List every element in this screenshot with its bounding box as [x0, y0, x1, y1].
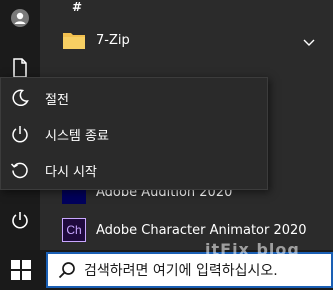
menu-item-sleep[interactable]: 절전: [1, 80, 267, 116]
list-item-label: 7-Zip: [96, 32, 130, 48]
menu-item-restart[interactable]: 다시 시작: [1, 152, 267, 188]
user-avatar-icon[interactable]: [8, 6, 32, 30]
list-item-label: Adobe Character Animator 2020: [96, 222, 307, 238]
folder-icon: [62, 28, 86, 52]
power-icon: [9, 123, 31, 145]
search-icon: [58, 261, 76, 279]
menu-item-label: 다시 시작: [45, 164, 97, 180]
search-placeholder: 검색하려면 여기에 입력하십시오.: [84, 263, 278, 279]
power-flyout-menu: 절전 시스템 종료 다시 시작: [0, 77, 268, 190]
restart-icon: [9, 159, 31, 181]
watermark: itFix blog: [205, 240, 300, 259]
power-icon[interactable]: [8, 208, 32, 232]
menu-item-label: 절전: [45, 92, 69, 108]
windows-start-icon[interactable]: [10, 259, 32, 281]
moon-icon: [9, 87, 31, 109]
list-item-7zip[interactable]: 7-Zip: [62, 22, 333, 58]
tile-text: Ch: [66, 223, 82, 237]
chevron-down-icon[interactable]: [303, 32, 315, 51]
adobe-character-animator-icon: Ch: [62, 218, 86, 242]
menu-item-shutdown[interactable]: 시스템 종료: [1, 116, 267, 152]
menu-item-label: 시스템 종료: [45, 128, 109, 144]
section-header-hash[interactable]: #: [72, 0, 82, 14]
